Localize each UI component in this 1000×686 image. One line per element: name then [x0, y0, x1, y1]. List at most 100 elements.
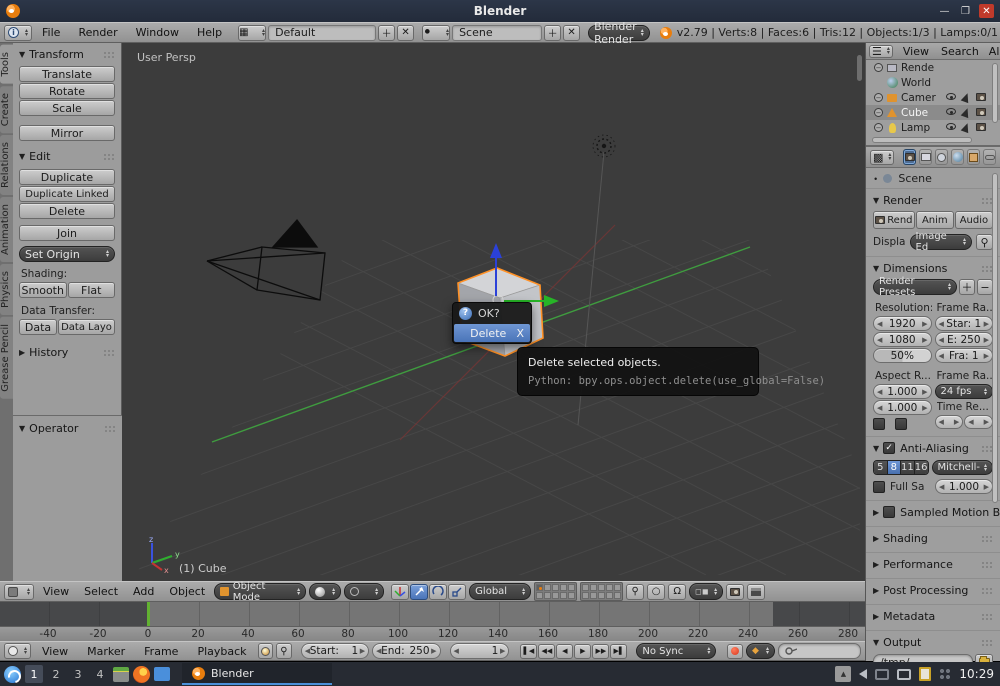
outliner-vscrollbar[interactable] [992, 63, 998, 123]
app-launcher-icon[interactable] [4, 665, 21, 683]
crop-checkbox[interactable] [895, 418, 907, 430]
screen-layout-name[interactable]: Default [268, 24, 377, 41]
timeline-menu-marker[interactable]: Marker [79, 645, 133, 658]
frame-step-field[interactable]: ◀ Fra: 1 ▶ [934, 348, 993, 363]
tab-relations[interactable]: Relations [0, 134, 13, 195]
outliner-row-world[interactable]: World [866, 75, 1000, 90]
tab-render-properties[interactable] [903, 149, 917, 165]
join-button[interactable]: Join [19, 225, 115, 241]
duplicate-button[interactable]: Duplicate [19, 169, 115, 185]
tab-constraints[interactable] [983, 149, 996, 165]
shade-smooth-button[interactable]: Smooth [19, 282, 67, 298]
resolution-y-field[interactable]: ◀ 1080 ▶ [873, 332, 932, 347]
aspect-x-field[interactable]: ◀ 1.000 ▶ [873, 384, 932, 399]
metadata-section-header[interactable]: ▶ Metadata [873, 608, 993, 624]
time-remap-old-field[interactable]: ◀ ▶ [934, 415, 964, 429]
play-reverse-button[interactable]: ◀ [556, 643, 574, 659]
outliner-menu-view[interactable]: View [901, 45, 931, 58]
resolution-x-field[interactable]: ◀ 1920 ▶ [873, 316, 932, 331]
properties-editor-selector[interactable]: ▩ ▴ ▾ [870, 149, 895, 165]
manipulator-axis-icon[interactable] [391, 583, 410, 600]
lock-interface-button[interactable]: ⚲ [976, 234, 993, 250]
visibility-eye-icon[interactable] [946, 123, 956, 130]
tab-tools[interactable]: Tools [0, 45, 13, 84]
outliner-filter-all[interactable]: All [989, 45, 1000, 58]
lock-to-scene-button[interactable]: ⚲ [626, 583, 645, 600]
drag-dots-icon[interactable] [981, 638, 993, 646]
tab-grease-pencil[interactable]: Grease Pencil [0, 316, 13, 399]
post-processing-section-header[interactable]: ▶ Post Processing [873, 582, 993, 598]
workspace-3[interactable]: 3 [69, 665, 87, 683]
active-keying-set-field[interactable] [778, 643, 861, 659]
display-mode-select[interactable]: Image Ed ▴ ▾ [909, 231, 972, 253]
frame-end-field[interactable]: ◀ End: 250 ▶ [372, 643, 441, 659]
transform-panel-header[interactable]: ▼ Transform [19, 48, 115, 61]
duplicate-linked-button[interactable]: Duplicate Linked [19, 186, 115, 202]
tab-scene-properties[interactable] [935, 149, 949, 165]
current-frame-marker[interactable] [147, 602, 150, 626]
outliner-row-renderlayers[interactable]: − Rende [866, 60, 1000, 75]
av-sync-select[interactable]: No Sync ▴ ▾ [636, 643, 717, 659]
expander-icon[interactable]: − [874, 63, 883, 72]
snap-magnet-button[interactable]: Ω [668, 583, 687, 600]
render-opengl-anim-button[interactable] [747, 583, 766, 600]
full-sample-checkbox[interactable] [873, 480, 885, 493]
fps-select[interactable]: 24 fps ▴ ▾ [934, 384, 993, 399]
selectability-cursor-icon[interactable] [960, 106, 972, 119]
manipulator-translate-button[interactable] [410, 583, 429, 600]
render-engine-select[interactable]: Blender Render ▴ ▾ [588, 20, 650, 46]
visibility-eye-icon[interactable] [946, 93, 956, 100]
frame-start-field[interactable]: ◀ Start: 1 ▶ [300, 643, 370, 659]
performance-section-header[interactable]: ▶ Performance [873, 556, 993, 572]
frame-end-field[interactable]: ◀ E: 250 ▶ [934, 332, 993, 347]
rotate-button[interactable]: Rotate [19, 83, 115, 99]
aa-samples-11[interactable]: 11 [901, 461, 915, 474]
tab-world-properties[interactable] [951, 149, 965, 165]
volume-icon[interactable] [859, 669, 868, 679]
sampled-motion-blur-header[interactable]: ▶ Sampled Motion Bl [873, 504, 1000, 520]
tab-physics[interactable]: Physics [0, 263, 13, 315]
aa-samples-16[interactable]: 16 [914, 461, 928, 474]
expander-icon[interactable]: − [874, 123, 883, 132]
manipulator-rotate-button[interactable] [429, 583, 448, 600]
render-section-header[interactable]: ▼ Render [873, 192, 993, 208]
screen-layout-icon-selector[interactable]: ▦ ▴ ▾ [238, 24, 267, 41]
time-remap-new-field[interactable]: ◀ ▶ [964, 415, 993, 429]
transform-orientation-select[interactable]: Global ▴ ▾ [469, 583, 532, 600]
outliner-menu-search[interactable]: Search [939, 45, 981, 58]
manipulator-scale-button[interactable] [448, 583, 467, 600]
camera-object[interactable] [206, 218, 326, 301]
antialiasing-checkbox[interactable]: ✓ [883, 442, 896, 454]
view3d-editor-selector[interactable]: ▴ ▾ [4, 583, 34, 600]
motion-blur-checkbox[interactable] [883, 506, 896, 518]
renderability-camera-icon[interactable] [976, 108, 986, 116]
workspace-4[interactable]: 4 [91, 665, 109, 683]
shading-section-header[interactable]: ▶ Shading [873, 530, 993, 546]
selectability-cursor-icon[interactable] [960, 91, 972, 104]
firefox-launcher-icon[interactable] [133, 665, 150, 683]
drag-dots-icon[interactable] [103, 153, 115, 160]
delete-scene-button[interactable]: ✕ [563, 24, 581, 41]
files-launcher-icon[interactable] [154, 667, 170, 681]
visibility-eye-icon[interactable] [946, 108, 956, 115]
aa-filter-select[interactable]: Mitchell- ▴ ▾ [931, 460, 993, 475]
snap-element-select[interactable]: ◻◼ ▴ ▾ [689, 583, 724, 600]
timeline-editor-selector[interactable]: ▴ ▾ [4, 643, 32, 659]
delete-button[interactable]: Delete [19, 203, 115, 219]
clipboard-icon[interactable] [919, 667, 932, 681]
border-checkbox[interactable] [873, 418, 885, 430]
delete-layout-button[interactable]: ✕ [397, 24, 415, 41]
outliner-hscrollbar[interactable] [872, 137, 972, 143]
properties-vscrollbar[interactable] [992, 173, 998, 503]
workspace-1[interactable]: 1 [25, 665, 43, 683]
jump-to-end-button[interactable]: ▶▌ [610, 643, 628, 659]
timeline-menu-view[interactable]: View [34, 645, 76, 658]
menu-file[interactable]: File [34, 26, 68, 39]
data-layout-button[interactable]: Data Layo [58, 319, 115, 335]
taskbar-item-blender[interactable]: Blender [182, 663, 332, 685]
play-button[interactable]: ▶ [574, 643, 592, 659]
edit-panel-header[interactable]: ▼ Edit [19, 150, 115, 163]
indicator-dots-icon[interactable] [939, 668, 952, 680]
drag-dots-icon[interactable] [981, 586, 993, 594]
layers-grid-2[interactable] [580, 582, 624, 601]
